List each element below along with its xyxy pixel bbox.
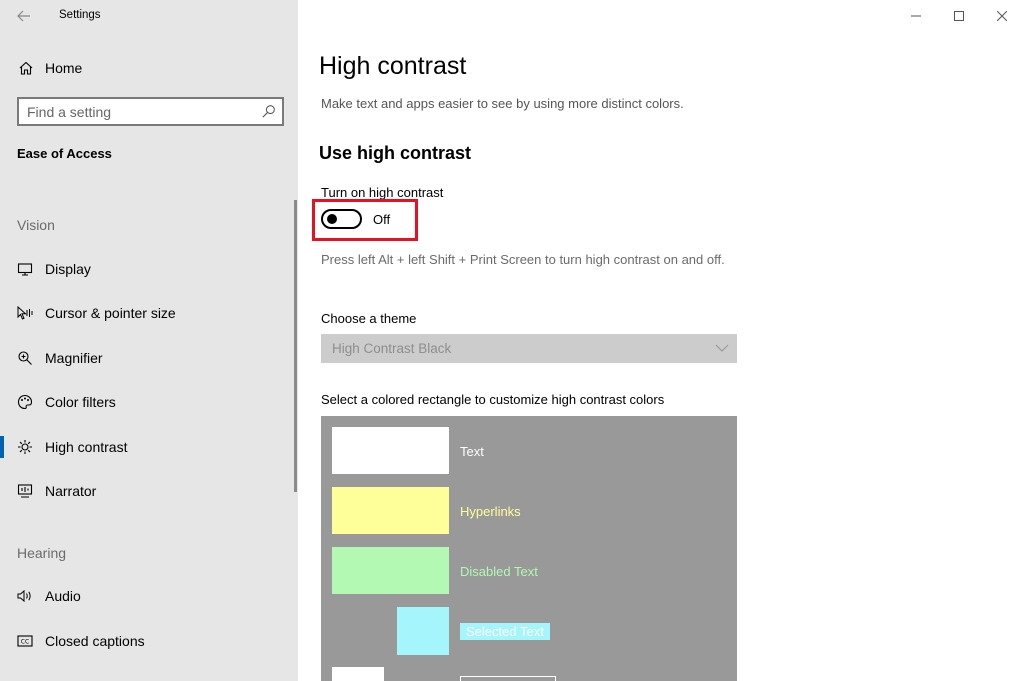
sidebar: Settings Home Ease of Access Vision Disp… (0, 0, 298, 681)
high-contrast-icon (16, 438, 34, 456)
sidebar-item-cursor[interactable]: Cursor & pointer size (0, 293, 294, 333)
nav-home-label: Home (45, 60, 83, 76)
swatch-button-text[interactable] (332, 667, 384, 681)
chevron-down-icon (715, 344, 729, 352)
close-button[interactable] (980, 0, 1024, 32)
toggle-label: Turn on high contrast (321, 185, 444, 200)
category-title: Ease of Access (17, 146, 112, 161)
theme-label: Choose a theme (321, 311, 417, 326)
sidebar-item-label: Magnifier (45, 350, 103, 366)
theme-dropdown[interactable]: High Contrast Black (321, 334, 737, 363)
toggle-knob (327, 214, 337, 224)
maximize-icon (954, 11, 964, 21)
sidebar-item-audio[interactable]: Audio (0, 576, 294, 616)
swatch-disabled-text[interactable] (332, 547, 449, 594)
sidebar-item-label: Closed captions (45, 633, 145, 649)
page-description: Make text and apps easier to see by usin… (321, 96, 684, 111)
search-icon[interactable] (261, 104, 276, 119)
app-title: Settings (59, 9, 101, 21)
nav-home[interactable]: Home (0, 52, 298, 84)
toggle-state-label: Off (373, 212, 391, 227)
section-title: Use high contrast (319, 143, 472, 163)
page-title: High contrast (319, 52, 467, 80)
swatch-label-hyperlinks: Hyperlinks (460, 504, 521, 519)
title-bar: Settings (0, 0, 298, 32)
swatch-label-selected-text: Selected Text (460, 623, 550, 640)
back-arrow-icon (17, 10, 30, 22)
sidebar-item-high-contrast[interactable]: High contrast (0, 427, 294, 467)
group-header-vision: Vision (17, 217, 55, 233)
shortcut-hint: Press left Alt + left Shift + Print Scre… (321, 252, 725, 267)
color-filters-icon (16, 393, 34, 411)
swatch-hyperlinks[interactable] (332, 487, 449, 534)
sidebar-item-closed-captions[interactable]: CC Closed captions (0, 621, 294, 661)
search-box[interactable] (17, 97, 284, 126)
sidebar-item-label: Color filters (45, 394, 116, 410)
close-icon (997, 11, 1007, 21)
sidebar-item-color-filters[interactable]: Color filters (0, 382, 294, 422)
sidebar-item-narrator[interactable]: Narrator (0, 471, 294, 511)
swatch-button-outline[interactable] (460, 676, 556, 681)
minimize-icon (911, 15, 921, 17)
colors-label: Select a colored rectangle to customize … (321, 392, 665, 407)
swatch-selected-text[interactable] (397, 607, 449, 655)
sidebar-item-magnifier[interactable]: Magnifier (0, 338, 294, 378)
cursor-icon (16, 304, 34, 322)
sidebar-item-label: Audio (45, 588, 81, 604)
narrator-icon (16, 482, 34, 500)
group-header-hearing: Hearing (17, 545, 67, 561)
theme-dropdown-value: High Contrast Black (332, 341, 452, 356)
closed-captions-icon: CC (16, 632, 34, 650)
swatch-label-disabled-text: Disabled Text (460, 564, 538, 579)
color-customization-panel: Text Hyperlinks Disabled Text Selected T… (321, 416, 737, 681)
display-icon (16, 260, 34, 278)
sidebar-item-label: Narrator (45, 483, 97, 499)
svg-text:CC: CC (21, 639, 29, 646)
back-button[interactable] (8, 0, 40, 32)
sidebar-scrollbar[interactable] (294, 200, 297, 492)
swatch-text[interactable] (332, 427, 449, 474)
sidebar-item-display[interactable]: Display (0, 249, 294, 289)
magnifier-icon (16, 349, 34, 367)
sidebar-item-label: Display (45, 261, 91, 277)
sidebar-item-label: High contrast (45, 439, 128, 455)
sidebar-item-label: Cursor & pointer size (45, 305, 176, 321)
high-contrast-toggle[interactable] (321, 209, 362, 229)
audio-icon (16, 587, 34, 605)
swatch-label-text: Text (460, 444, 484, 459)
search-input[interactable] (27, 102, 257, 121)
home-icon (17, 59, 35, 77)
minimize-button[interactable] (894, 0, 938, 32)
maximize-button[interactable] (937, 0, 981, 32)
